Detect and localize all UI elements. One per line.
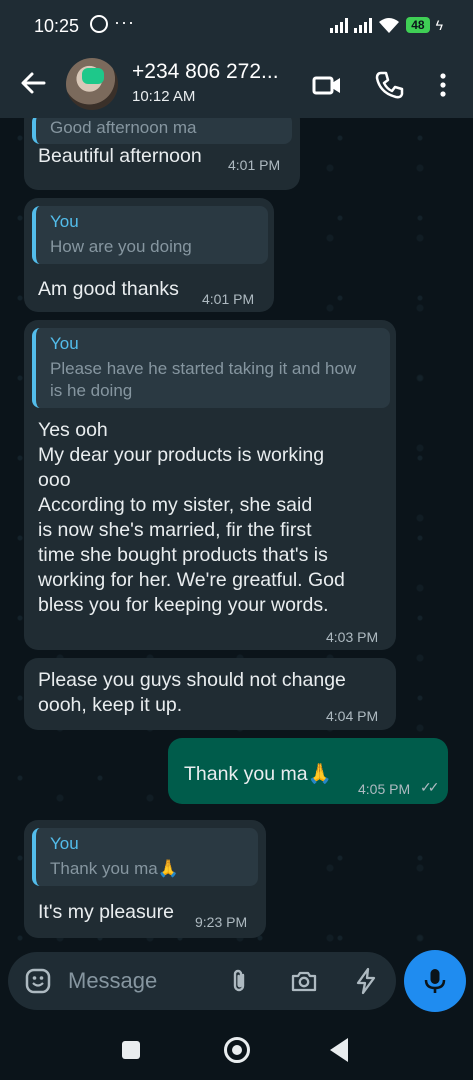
message-input[interactable]: Message	[68, 968, 157, 994]
message-bubble-incoming[interactable]: Good afternoon ma Beautiful afternoon 4:…	[24, 118, 300, 190]
chat-messages-area[interactable]: Good afternoon ma Beautiful afternoon 4:…	[0, 118, 473, 950]
back-arrow-icon[interactable]	[18, 68, 48, 98]
quoted-author: You	[50, 212, 79, 231]
signal-icon	[330, 17, 349, 33]
home-icon[interactable]	[224, 1037, 250, 1063]
quoted-author: You	[50, 834, 79, 853]
message-time: 4:04 PM	[326, 708, 379, 724]
message-bubble-incoming[interactable]: You Thank you ma🙏 It's my pleasure 9:23 …	[24, 820, 266, 938]
message-text: Beautiful afternoon	[38, 145, 202, 167]
message-composer: Message	[8, 952, 396, 1010]
quoted-message[interactable]: You Thank you ma🙏	[32, 828, 258, 886]
contact-name[interactable]: +234 806 272...	[132, 60, 292, 84]
emoji-icon[interactable]	[24, 967, 52, 995]
message-time: 4:01 PM	[202, 291, 255, 307]
battery-level: 48	[406, 17, 430, 33]
wifi-icon	[379, 18, 400, 33]
phone-call-icon[interactable]	[374, 70, 404, 100]
message-bubble-outgoing[interactable]: Thank you ma🙏 4:05 PM ✓✓	[168, 738, 448, 804]
quoted-message[interactable]: Good afternoon ma	[32, 118, 292, 144]
message-time: 4:05 PM	[358, 781, 411, 797]
bolt-icon[interactable]	[352, 967, 380, 995]
back-triangle-icon[interactable]	[330, 1038, 348, 1062]
attach-icon[interactable]	[226, 967, 254, 995]
message-bubble-incoming[interactable]: You How are you doing Am good thanks 4:0…	[24, 198, 274, 312]
message-text: Please you guys should not change oooh, …	[38, 669, 346, 716]
message-text: Thank you ma🙏	[184, 763, 332, 785]
quoted-message[interactable]: You How are you doing	[32, 206, 268, 264]
message-bubble-incoming[interactable]: Please you guys should not change oooh, …	[24, 658, 396, 730]
quoted-text: Please have he started taking it and how…	[50, 359, 357, 400]
message-text: Am good thanks	[38, 278, 179, 300]
system-navigation-bar	[0, 1016, 473, 1080]
whatsapp-notification-icon	[90, 15, 108, 33]
more-options-icon[interactable]	[428, 70, 458, 100]
message-time: 4:03 PM	[326, 629, 379, 645]
signal-icon	[354, 17, 373, 33]
mic-icon	[424, 969, 446, 993]
quoted-text: How are you doing	[50, 237, 192, 256]
contact-last-seen: 10:12 AM	[132, 88, 196, 105]
contact-avatar[interactable]	[66, 58, 118, 110]
quoted-message[interactable]: You Please have he started taking it and…	[32, 328, 390, 408]
status-indicators: 48 ϟ	[330, 14, 443, 36]
chat-header: +234 806 272... 10:12 AM	[0, 52, 473, 118]
read-receipt-icon: ✓✓	[420, 779, 440, 795]
message-bubble-incoming[interactable]: You Please have he started taking it and…	[24, 320, 396, 650]
camera-icon[interactable]	[290, 967, 318, 995]
status-bar: 10:25 ··· 48 ϟ	[0, 0, 473, 52]
message-text: Yes ooh My dear your products is working…	[38, 419, 345, 616]
quoted-author: You	[50, 334, 79, 353]
charging-icon: ϟ	[435, 17, 443, 33]
voice-record-button[interactable]	[404, 950, 466, 1012]
recent-apps-icon[interactable]	[122, 1041, 140, 1059]
more-notifications-icon: ···	[114, 12, 135, 32]
message-time: 4:01 PM	[228, 157, 281, 173]
message-text: It's my pleasure	[38, 901, 174, 923]
quoted-text: Thank you ma🙏	[50, 859, 179, 878]
video-call-icon[interactable]	[312, 70, 342, 100]
quoted-text: Good afternoon ma	[50, 118, 197, 137]
status-time: 10:25	[34, 16, 80, 36]
message-time: 9:23 PM	[195, 914, 248, 930]
